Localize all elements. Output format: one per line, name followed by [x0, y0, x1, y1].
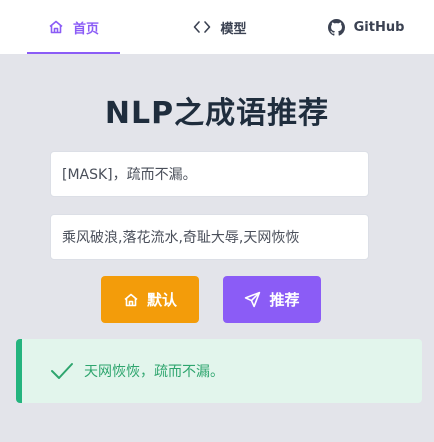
tab-home[interactable]: 首页 [27, 0, 120, 54]
page-title: NLP之成语推荐 [104, 96, 330, 131]
home-icon [49, 20, 63, 34]
home-icon [124, 293, 138, 306]
candidate-idioms-input[interactable] [50, 214, 369, 260]
recommend-button-label: 推荐 [269, 291, 300, 309]
tab-github[interactable]: GitHub [318, 0, 414, 54]
top-nav: 首页 模型 GitHub [0, 0, 434, 54]
tab-github-label: GitHub [353, 19, 405, 35]
result-text: 天网恢恢，疏而不漏。 [84, 364, 224, 380]
check-icon [51, 363, 73, 379]
default-button[interactable]: 默认 [101, 276, 199, 323]
default-button-label: 默认 [146, 291, 177, 309]
github-icon [327, 18, 345, 36]
code-icon [194, 21, 211, 33]
recommend-button[interactable]: 推荐 [223, 276, 321, 323]
app-page: 首页 模型 GitHub NLP之成语推荐 默认 [0, 0, 434, 442]
tab-model-label: 模型 [220, 21, 247, 37]
active-tab-indicator [27, 52, 120, 54]
send-icon [245, 291, 261, 308]
tab-home-label: 首页 [72, 21, 99, 37]
mask-sentence-input[interactable] [50, 151, 369, 197]
tab-model[interactable]: 模型 [175, 0, 265, 54]
result-alert: 天网恢恢，疏而不漏。 [16, 339, 422, 403]
